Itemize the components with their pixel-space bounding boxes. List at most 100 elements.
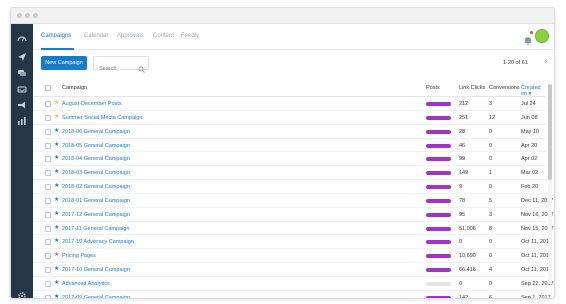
table-row[interactable]: ★ August-December Posts 212 3 Jul 24: [33, 97, 546, 111]
table-row[interactable]: ★ 2018-06 General Campaign 28 0 May 10: [33, 125, 546, 139]
send-icon[interactable]: [16, 51, 28, 63]
star-icon[interactable]: ★: [54, 294, 59, 298]
star-icon[interactable]: ★: [54, 128, 59, 135]
column-campaign[interactable]: Campaign: [62, 85, 87, 91]
table-row[interactable]: ★ 2017-12 General Campaign 95 3 Nov 16, 2017: [33, 208, 554, 222]
campaign-name-link[interactable]: 2018-05 General Campaign: [62, 143, 130, 149]
posts-bar: [426, 115, 451, 120]
campaign-name-link[interactable]: August-December Posts: [62, 101, 122, 107]
search-box: [93, 56, 149, 75]
scrollbar[interactable]: [548, 84, 552, 284]
campaign-name-link[interactable]: 2018-06 General Campaign: [62, 129, 130, 135]
column-link-clicks[interactable]: Link Clicks: [459, 85, 485, 91]
table-row[interactable]: ★ 2018-03 General Campaign 149 1 Mar 02: [33, 166, 546, 181]
column-conversions[interactable]: Conversions: [489, 85, 520, 91]
table-row[interactable]: ★ 2018-05 General Campaign 46 0 Apr 20: [33, 139, 546, 153]
posts-bar: [426, 198, 451, 203]
tab-content[interactable]: Content: [153, 33, 174, 39]
row-checkbox[interactable]: [45, 101, 51, 107]
campaign-name-link[interactable]: Summer Social Media Campaign: [62, 115, 142, 121]
campaign-name-link[interactable]: 2017-10 General Campaign: [62, 267, 130, 273]
settings-icon[interactable]: [16, 290, 28, 298]
megaphone-icon[interactable]: [16, 99, 28, 111]
select-all-checkbox[interactable]: [45, 85, 51, 91]
row-checkbox[interactable]: [45, 156, 51, 163]
table-row[interactable]: ★ 2017-10 General Campaign 66,416 4 Oct 11, …: [33, 263, 552, 277]
star-icon[interactable]: ★: [54, 114, 59, 121]
column-created-on[interactable]: Created on ▾: [521, 85, 546, 97]
search-icon[interactable]: [138, 60, 145, 73]
created-date: May 10: [521, 128, 540, 135]
column-posts[interactable]: Posts: [426, 85, 440, 91]
star-icon[interactable]: ★: [54, 155, 59, 162]
link-clicks-value: 149: [459, 170, 469, 177]
row-checkbox[interactable]: [45, 211, 51, 218]
table-row[interactable]: ★ 2018-02 General Campaign 9 0 Feb 20: [33, 180, 546, 194]
star-icon[interactable]: ★: [54, 183, 59, 190]
prev-page-button[interactable]: ‹: [526, 60, 528, 66]
row-checkbox[interactable]: [45, 184, 51, 191]
star-icon[interactable]: ★: [54, 197, 59, 204]
avatar[interactable]: [535, 29, 549, 43]
campaign-name-link[interactable]: 2017-09 General Campaign: [62, 295, 130, 298]
next-page-button[interactable]: ›: [545, 59, 547, 65]
dashboard-icon[interactable]: [16, 33, 28, 45]
row-checkbox[interactable]: [45, 114, 51, 121]
table-row[interactable]: ★ 2018-04 General Campaign 99 0 Apr 02: [33, 152, 546, 167]
tab-campaigns[interactable]: Campaigns: [41, 33, 71, 39]
table-row[interactable]: ★ Summer Social Media Campaign 251 12 Jun 08: [33, 111, 546, 125]
window-close-dot[interactable]: [17, 13, 22, 18]
tab-calendar[interactable]: Calendar: [84, 33, 108, 39]
tab-feedly[interactable]: Feedly: [181, 33, 199, 39]
row-checkbox[interactable]: [45, 128, 51, 135]
table-row[interactable]: ★ 2017-09 General Campaign 142 6 Sep 1, 2017: [33, 291, 551, 298]
created-date: Feb 20: [521, 184, 539, 191]
conversions-value: 4: [489, 267, 493, 274]
star-icon[interactable]: ★: [54, 100, 59, 107]
scrollbar-thumb[interactable]: [548, 84, 552, 180]
star-icon[interactable]: ★: [54, 238, 59, 245]
campaign-name-link[interactable]: 2017-11 General Campaign: [62, 226, 129, 232]
row-checkbox[interactable]: [45, 142, 51, 149]
table-row[interactable]: ★ 2017-11 General Campaign 51,006 8 Nov 15, …: [33, 222, 554, 236]
table-row[interactable]: ★ 2017-10 Advocacy Campaign 0 0 Oct 11, 2017: [33, 235, 552, 250]
campaign-name-link[interactable]: 2018-03 General Campaign: [62, 170, 130, 176]
star-icon[interactable]: ★: [54, 266, 59, 273]
conversions-value: 5: [489, 197, 493, 204]
row-checkbox[interactable]: [45, 239, 51, 246]
search-input[interactable]: [94, 63, 138, 75]
star-icon[interactable]: ★: [54, 142, 59, 149]
row-checkbox[interactable]: [45, 280, 51, 287]
campaign-name-link[interactable]: 2018-01 General Campaign: [62, 198, 130, 204]
star-icon[interactable]: ★: [54, 280, 59, 287]
campaign-name-link[interactable]: 2017-10 Advocacy Campaign: [62, 239, 134, 245]
link-clicks-value: 99: [459, 156, 466, 163]
window-maximize-dot[interactable]: [33, 13, 38, 18]
tab-approvals[interactable]: Approvals: [117, 33, 144, 39]
link-clicks-value: 95: [459, 211, 466, 218]
star-icon[interactable]: ★: [54, 211, 59, 218]
star-icon[interactable]: ★: [54, 225, 59, 232]
link-clicks-value: 212: [459, 101, 469, 107]
campaign-name-link[interactable]: 2018-04 General Campaign: [62, 156, 130, 162]
inbox-icon[interactable]: [16, 83, 28, 95]
row-checkbox[interactable]: [45, 294, 51, 298]
new-campaign-button[interactable]: New Campaign: [41, 56, 87, 70]
star-icon[interactable]: ★: [54, 169, 59, 176]
table-row[interactable]: ★ Pricing Pages 10,690 0 Oct 11, 2017: [33, 249, 552, 264]
table-row[interactable]: ★ Advanced Analytics 0 0 Sep 22, 2017: [33, 277, 554, 291]
campaign-name-link[interactable]: Advanced Analytics: [62, 281, 110, 287]
analytics-icon[interactable]: [16, 115, 28, 127]
row-checkbox[interactable]: [45, 197, 51, 204]
star-icon[interactable]: ★: [54, 252, 59, 259]
row-checkbox[interactable]: [45, 170, 51, 177]
campaign-name-link[interactable]: Pricing Pages: [62, 253, 96, 259]
messages-icon[interactable]: [16, 67, 28, 79]
campaign-name-link[interactable]: 2018-02 General Campaign: [62, 184, 130, 190]
window-minimize-dot[interactable]: [25, 13, 30, 18]
row-checkbox[interactable]: [45, 253, 51, 260]
row-checkbox[interactable]: [45, 267, 51, 274]
campaign-name-link[interactable]: 2017-12 General Campaign: [62, 212, 130, 218]
row-checkbox[interactable]: [45, 225, 51, 232]
table-row[interactable]: ★ 2018-01 General Campaign 78 5 Dec 11, 2017: [33, 194, 553, 208]
